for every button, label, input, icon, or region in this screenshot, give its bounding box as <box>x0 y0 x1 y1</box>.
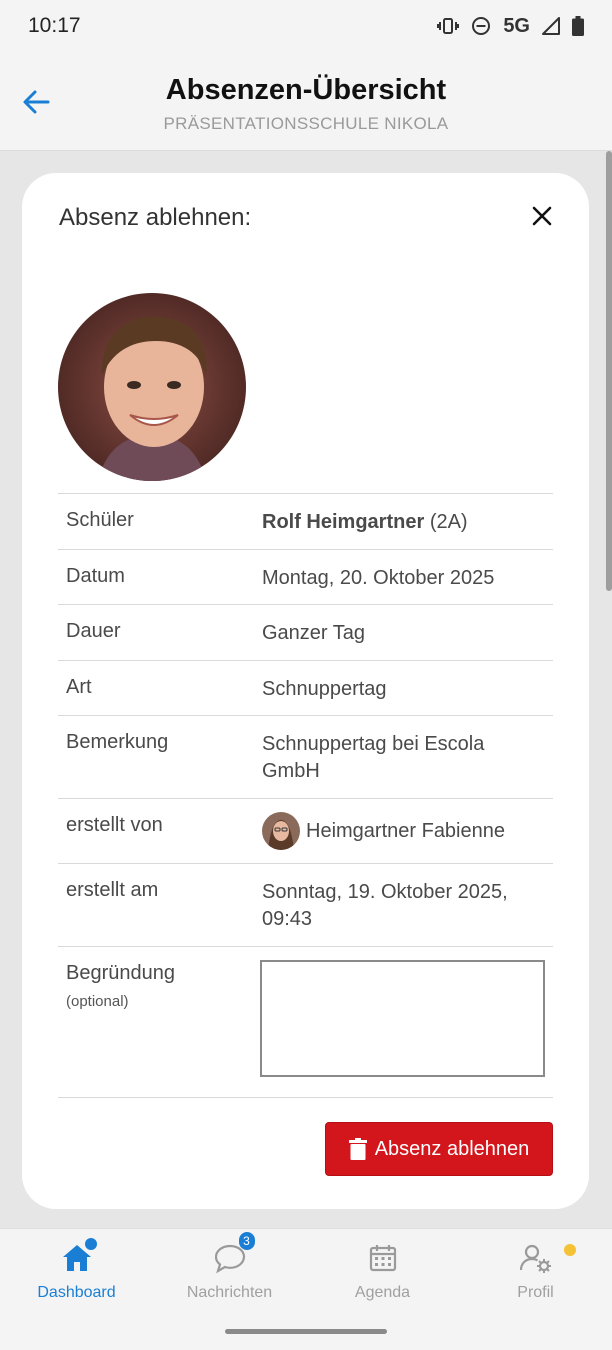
chat-bubble-icon: 3 <box>213 1232 255 1275</box>
row-created-by: erstellt von Heimgartner Fabienne <box>58 798 553 863</box>
row-date: Datum Montag, 20. Oktober 2025 <box>58 549 553 604</box>
label-type: Art <box>66 676 92 698</box>
status-icons: 5G <box>437 15 584 38</box>
reason-textarea[interactable] <box>260 960 545 1077</box>
row-type: Art Schnuppertag <box>58 660 553 715</box>
status-time: 10:17 <box>28 14 81 37</box>
creator: Heimgartner Fabienne <box>262 812 545 850</box>
value-created-at: Sonntag, 19. Oktober 2025, 09:43 <box>262 881 508 930</box>
value-type: Schnuppertag <box>262 678 387 700</box>
row-duration: Dauer Ganzer Tag <box>58 604 553 660</box>
school-name: PRÄSENTATIONSSCHULE NIKOLA <box>163 114 449 133</box>
signal-icon <box>542 17 560 35</box>
nav-dashboard-label: Dashboard <box>37 1284 116 1301</box>
do-not-disturb-icon <box>472 17 491 35</box>
messages-badge: 3 <box>238 1232 255 1250</box>
home-indicator[interactable] <box>225 1329 387 1334</box>
battery-icon <box>572 16 584 36</box>
home-icon <box>60 1238 97 1275</box>
label-duration: Dauer <box>66 620 121 642</box>
app-header: Absenzen-Übersicht PRÄSENTATIONSSCHULE N… <box>0 52 612 151</box>
nav-agenda-label: Agenda <box>354 1284 411 1301</box>
label-student: Schüler <box>66 509 134 531</box>
nav-profile[interactable]: Profil <box>459 1241 612 1302</box>
user-settings-icon <box>519 1241 576 1275</box>
creator-avatar <box>262 812 300 850</box>
scrollbar[interactable] <box>606 151 612 591</box>
nav-messages-label: Nachrichten <box>186 1284 273 1301</box>
network-type: 5G <box>503 14 530 37</box>
profile-notification-dot <box>563 1244 576 1256</box>
student-class: (2A) <box>429 511 468 533</box>
nav-agenda[interactable]: Agenda <box>306 1241 459 1302</box>
label-created-at: erstellt am <box>66 879 159 901</box>
close-icon[interactable] <box>529 203 555 229</box>
value-student: Rolf Heimgartner (2A) <box>262 494 545 549</box>
value-reason <box>260 947 545 1097</box>
reject-absence-modal: Absenz ablehnen: Schüler Rolf Heimgartne… <box>22 173 589 1209</box>
label-date: Datum <box>66 565 125 587</box>
value-date: Montag, 20. Oktober 2025 <box>262 567 495 589</box>
page-title: Absenzen-Übersicht <box>165 74 447 106</box>
reject-absence-button[interactable]: Absenz ablehnen <box>325 1122 553 1176</box>
label-reason: Begründung (optional) <box>66 947 261 1097</box>
status-bar: 10:17 5G <box>0 0 612 52</box>
value-created-by: Heimgartner Fabienne <box>262 799 545 863</box>
label-remark: Bemerkung <box>66 731 169 753</box>
nav-profile-label: Profil <box>517 1284 554 1301</box>
row-remark: Bemerkung Schnuppertag bei Escola GmbH <box>58 715 553 798</box>
vibrate-icon <box>437 18 460 34</box>
row-created-at: erstellt am Sonntag, 19. Oktober 2025, 0… <box>58 863 553 946</box>
trash-icon <box>348 1138 367 1160</box>
reason-optional-hint: (optional) <box>66 993 129 1010</box>
creator-name: Heimgartner Fabienne <box>306 819 505 842</box>
student-name: Rolf Heimgartner <box>262 511 425 533</box>
value-duration: Ganzer Tag <box>262 622 366 644</box>
modal-title: Absenz ablehnen: <box>59 204 252 231</box>
label-created-by: erstellt von <box>66 814 163 836</box>
reason-label: Begründung <box>66 962 175 984</box>
row-student: Schüler Rolf Heimgartner (2A) <box>58 493 553 549</box>
nav-dashboard[interactable]: Dashboard <box>0 1238 153 1302</box>
value-remark: Schnuppertag bei Escola GmbH <box>262 733 485 782</box>
dashboard-notification-dot <box>84 1238 97 1250</box>
nav-messages[interactable]: 3 Nachrichten <box>153 1232 306 1302</box>
row-reason: Begründung (optional) <box>58 946 553 1098</box>
student-avatar <box>58 293 246 481</box>
calendar-icon <box>366 1241 400 1275</box>
reject-button-label: Absenz ablehnen <box>374 1137 530 1160</box>
absence-details: Schüler Rolf Heimgartner (2A) Datum Mont… <box>58 493 553 1098</box>
